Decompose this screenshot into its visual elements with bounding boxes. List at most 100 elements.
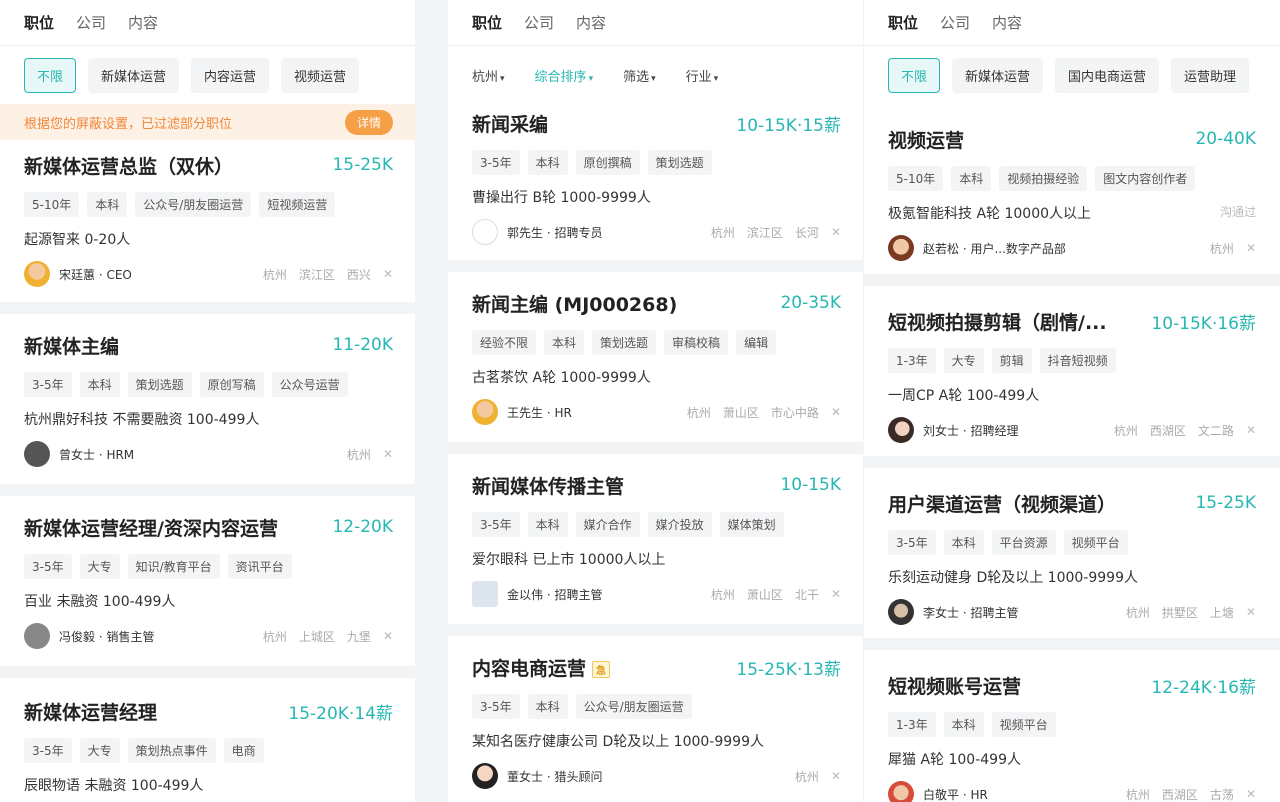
close-icon[interactable]: ✕: [831, 405, 841, 419]
close-icon[interactable]: ✕: [1246, 241, 1256, 255]
company-info: 起源智来 0-20人: [24, 232, 131, 248]
filter-chip[interactable]: 不限: [24, 57, 77, 93]
industry-filter[interactable]: 行业 ▾: [686, 66, 719, 85]
job-tag: 大专: [943, 348, 984, 373]
company-info: 杭州鼎好科技 不需要融资 100-499人: [24, 412, 260, 428]
job-tag: 审稿校稿: [664, 330, 729, 355]
job-tag: 视频平台: [991, 712, 1056, 737]
city-filter[interactable]: 杭州 ▾: [472, 66, 505, 85]
location: 市心中路: [770, 405, 819, 420]
filter-notice: 根据您的屏蔽设置，已过滤部分职位 详情: [0, 104, 415, 140]
job-title-text: 内容电商运营: [472, 657, 587, 680]
job-tag: 3-5年: [24, 554, 72, 579]
close-icon[interactable]: ✕: [383, 267, 393, 281]
job-card[interactable]: 新闻媒体传播主管 10-15K 3-5年 本科 媒介合作 媒介投放 媒体策划 爱尔眼科 已…: [448, 454, 863, 624]
tab-jobs[interactable]: 职位: [888, 12, 918, 33]
avatar: [888, 599, 914, 625]
top-tabs: 职位 公司 内容: [448, 0, 863, 46]
column-2: 职位 公司 内容 杭州 ▾ 综合排序 ▾ 筛选 ▾ 行业 ▾ 新闻采编 10-15K·15…: [448, 0, 863, 802]
tab-jobs[interactable]: 职位: [24, 12, 54, 33]
job-tag: 3-5年: [472, 694, 520, 719]
tab-company[interactable]: 公司: [940, 12, 970, 33]
location: 西湖区: [1161, 787, 1198, 802]
filter-chip[interactable]: 内容运营: [191, 57, 270, 93]
job-tag: 策划热点事件: [127, 738, 216, 763]
recruiter: 曾女士 · HRM: [59, 447, 135, 462]
job-card[interactable]: 新闻主编 (MJ000268) 20-35K 经验不限 本科 策划选题 审稿校稿 编辑 古…: [448, 272, 863, 442]
job-tag: 本科: [527, 512, 568, 537]
job-title: 内容电商运营急: [472, 654, 611, 681]
job-tag: 媒介投放: [647, 512, 712, 537]
close-icon[interactable]: ✕: [1246, 423, 1256, 437]
job-tag: 5-10年: [24, 192, 80, 217]
close-icon[interactable]: ✕: [831, 225, 841, 239]
job-tag: 3-5年: [888, 530, 936, 555]
salary: 12-20K: [332, 517, 393, 537]
job-tag: 本科: [544, 330, 585, 355]
recruiter: 李女士 · 招聘主管: [923, 605, 1019, 620]
tab-content[interactable]: 内容: [128, 12, 158, 33]
job-tag: 大专: [79, 738, 120, 763]
close-icon[interactable]: ✕: [383, 629, 393, 643]
location: 杭州: [1125, 605, 1150, 620]
tab-company[interactable]: 公司: [76, 12, 106, 33]
job-tag: 3-5年: [472, 150, 520, 175]
recruiter: 金以伟 · 招聘主管: [507, 587, 603, 602]
filter-chip[interactable]: 不限: [888, 57, 941, 93]
screen-label: 筛选: [623, 69, 650, 85]
location: 萧山区: [722, 405, 759, 420]
job-tag: 经验不限: [472, 330, 537, 355]
salary: 15-25K·13薪: [736, 659, 841, 680]
job-tag: 3-5年: [472, 512, 520, 537]
close-icon[interactable]: ✕: [383, 447, 393, 461]
filter-chip[interactable]: 运营助理: [1171, 57, 1250, 93]
job-card[interactable]: 新闻采编 10-15K·15薪 3-5年 本科 原创撰稿 策划选题 曹操出行 B轮 10…: [448, 104, 863, 260]
company-info: 某知名医疗健康公司 D轮及以上 1000-9999人: [472, 734, 764, 750]
job-title: 短视频拍摄剪辑（剧情/...: [888, 311, 1107, 334]
job-card[interactable]: 短视频拍摄剪辑（剧情/... 10-15K·16薪 1-3年 大专 剪辑 抖音短视频 一…: [864, 286, 1280, 456]
job-title: 视频运营: [888, 129, 965, 152]
job-card[interactable]: 新媒体运营经理 15-20K·14薪 3-5年 大专 策划热点事件 电商 辰眼物语 未融…: [0, 678, 415, 802]
filter-chip[interactable]: 视频运营: [281, 57, 360, 93]
job-card[interactable]: 视频运营 20-40K 5-10年 本科 视频拍摄经验 图文内容创作者 极氪智能科技 A…: [864, 104, 1280, 274]
job-card[interactable]: 短视频账号运营 12-24K·16薪 1-3年 本科 视频平台 犀猫 A轮 100-4…: [864, 650, 1280, 802]
avatar: [24, 623, 50, 649]
close-icon[interactable]: ✕: [831, 587, 841, 601]
close-icon[interactable]: ✕: [1246, 787, 1256, 801]
location: 杭州: [1125, 787, 1150, 802]
tab-jobs[interactable]: 职位: [472, 12, 502, 33]
tab-content[interactable]: 内容: [576, 12, 606, 33]
salary: 15-20K·14薪: [288, 703, 393, 724]
avatar: [472, 219, 498, 245]
filter-chip[interactable]: 国内电商运营: [1055, 57, 1160, 93]
location: 滨江区: [298, 267, 335, 282]
tab-company[interactable]: 公司: [524, 12, 554, 33]
job-card[interactable]: 内容电商运营急 15-25K·13薪 3-5年 本科 公众号/朋友圈运营 某知名医疗健…: [448, 636, 863, 802]
tab-content[interactable]: 内容: [992, 12, 1022, 33]
job-tag: 图文内容创作者: [1095, 166, 1196, 191]
filter-chip[interactable]: 新媒体运营: [952, 57, 1044, 93]
job-card[interactable]: 新媒体运营总监（双休） 15-25K 5-10年 本科 公众号/朋友圈运营 短视频运营 …: [0, 140, 415, 302]
job-tag: 1-3年: [888, 348, 936, 373]
recruiter: 宋廷蕙 · CEO: [59, 267, 132, 282]
salary: 20-40K: [1195, 129, 1256, 149]
job-card[interactable]: 新媒体主编 11-20K 3-5年 本科 策划选题 原创写稿 公众号运营 杭州鼎好科技 不…: [0, 314, 415, 484]
job-tag: 1-3年: [888, 712, 936, 737]
job-title: 新媒体主编: [24, 335, 120, 358]
location: 杭州: [1209, 241, 1234, 256]
screen-filter[interactable]: 筛选 ▾: [623, 66, 656, 85]
close-icon[interactable]: ✕: [1246, 605, 1256, 619]
company-info: 百业 未融资 100-499人: [24, 594, 176, 610]
company-info: 乐刻运动健身 D轮及以上 1000-9999人: [888, 570, 1138, 586]
job-card[interactable]: 新媒体运营经理/资深内容运营 12-20K 3-5年 大专 知识/教育平台 资讯平台 百…: [0, 496, 415, 666]
city-label: 杭州: [472, 69, 499, 85]
sort-filter[interactable]: 综合排序 ▾: [535, 66, 594, 85]
job-card[interactable]: 用户渠道运营（视频渠道） 15-25K 3-5年 本科 平台资源 视频平台 乐刻运动健身…: [864, 468, 1280, 638]
location: 杭州: [346, 447, 371, 462]
company-info: 一周CP A轮 100-499人: [888, 388, 1040, 404]
job-tag: 本科: [943, 530, 984, 555]
filter-chip[interactable]: 新媒体运营: [88, 57, 180, 93]
details-button[interactable]: 详情: [344, 109, 393, 135]
avatar: [472, 581, 498, 607]
close-icon[interactable]: ✕: [831, 769, 841, 783]
